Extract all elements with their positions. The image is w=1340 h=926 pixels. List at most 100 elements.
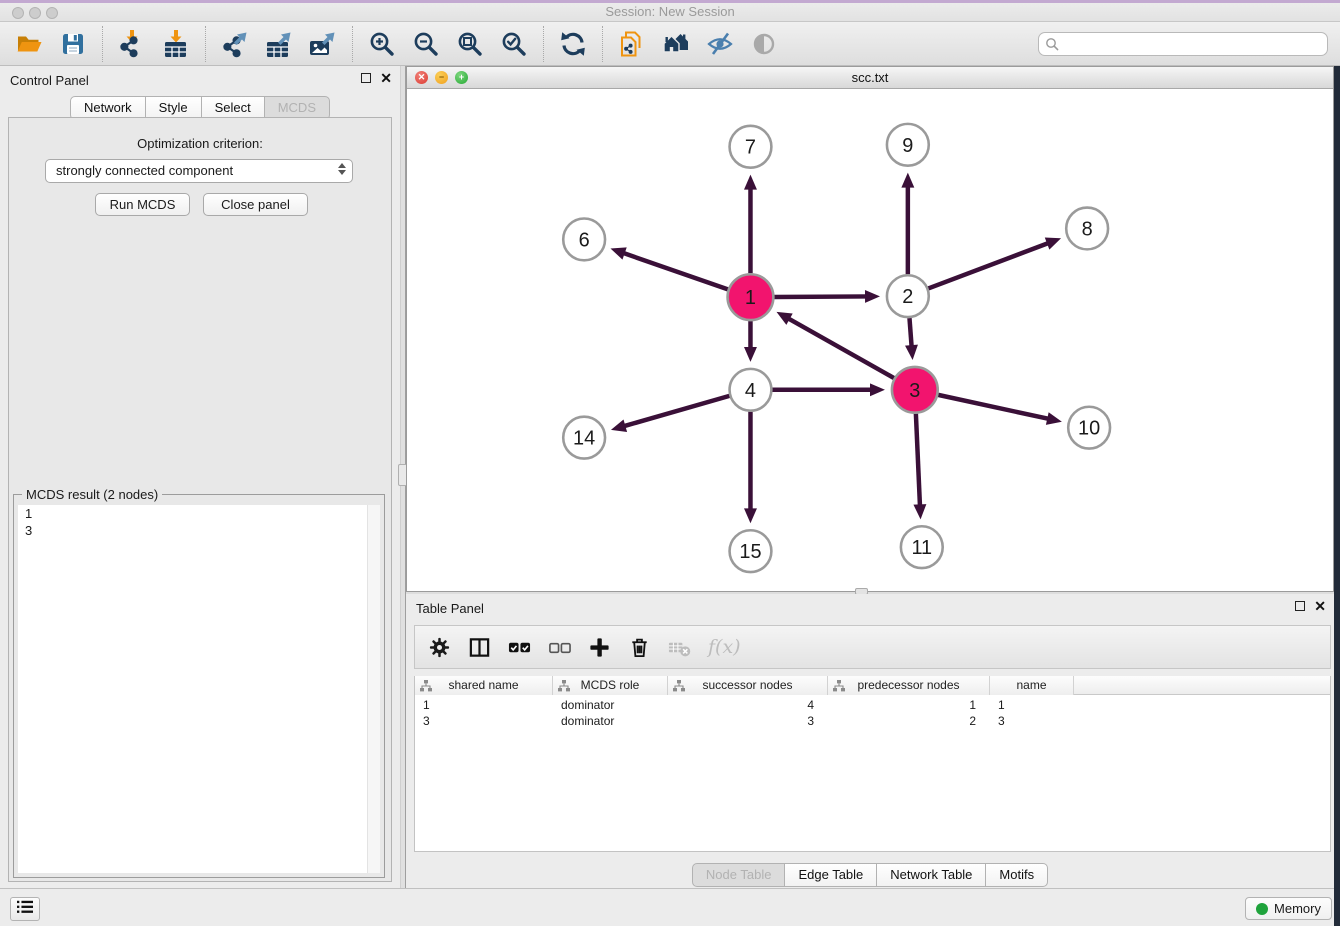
save-session-icon[interactable] bbox=[58, 29, 88, 59]
column-header-shared-name[interactable]: shared name bbox=[415, 676, 553, 695]
edge-arrowhead bbox=[744, 508, 757, 523]
app-titlebar: Session: New Session bbox=[0, 0, 1340, 22]
graph-edge-2-3[interactable] bbox=[909, 318, 911, 347]
function-builder-icon: f(x) bbox=[708, 636, 741, 658]
table-cell: 3 bbox=[668, 713, 828, 729]
graph-edge-1-6[interactable] bbox=[623, 253, 728, 290]
graph-edge-2-8[interactable] bbox=[928, 243, 1049, 289]
graph-node-label: 10 bbox=[1078, 418, 1100, 440]
graph-node-label: 11 bbox=[911, 537, 932, 559]
column-header-name[interactable]: name bbox=[990, 676, 1074, 695]
graph-node-label: 9 bbox=[902, 135, 913, 157]
mcds-panel-body: Optimization criterion: strongly connect… bbox=[8, 117, 392, 882]
tab-network-table[interactable]: Network Table bbox=[876, 863, 986, 887]
column-header-predecessor-nodes[interactable]: predecessor nodes bbox=[828, 676, 990, 695]
column-type-icon bbox=[673, 679, 685, 697]
zoom-fit-icon[interactable] bbox=[455, 29, 485, 59]
export-table-icon[interactable] bbox=[264, 29, 294, 59]
main-area: Control Panel ✕ NetworkStyleSelectMCDS O… bbox=[0, 66, 1340, 888]
tab-node-table[interactable]: Node Table bbox=[692, 863, 786, 887]
column-header-MCDS-role[interactable]: MCDS role bbox=[553, 676, 668, 695]
table-panel: Table Panel ✕ f(x) shared nameMCDS roles… bbox=[406, 594, 1334, 888]
zoom-in-icon[interactable] bbox=[367, 29, 397, 59]
right-column: ✕ − + scc.txt 7968124314101511 Table Pan… bbox=[406, 66, 1334, 888]
select-stepper-icon bbox=[338, 163, 346, 175]
memory-button[interactable]: Memory bbox=[1245, 897, 1332, 920]
toolbar-group bbox=[102, 26, 205, 62]
network-canvas[interactable]: 7968124314101511 bbox=[407, 89, 1333, 591]
control-panel-float-icon[interactable] bbox=[361, 73, 371, 83]
tab-edge-table[interactable]: Edge Table bbox=[784, 863, 877, 887]
graph-node-label: 7 bbox=[745, 137, 756, 159]
column-type-icon bbox=[420, 679, 432, 697]
optimization-criterion-label: Optimization criterion: bbox=[9, 136, 391, 151]
graph-node-label: 8 bbox=[1082, 218, 1093, 240]
graph-node-label: 1 bbox=[745, 287, 756, 309]
table-cell: dominator bbox=[553, 713, 668, 729]
graph-edge-3-10[interactable] bbox=[938, 395, 1049, 419]
mcds-result-title: MCDS result (2 nodes) bbox=[22, 487, 162, 502]
mcds-result-item[interactable]: 1 bbox=[18, 505, 380, 522]
table-row[interactable]: 3dominator323 bbox=[415, 713, 1330, 729]
close-panel-button[interactable]: Close panel bbox=[203, 193, 308, 216]
mcds-result-list[interactable]: 13 bbox=[18, 505, 380, 873]
table-panel-title: Table Panel bbox=[416, 601, 484, 616]
apply-layout-icon[interactable] bbox=[558, 29, 588, 59]
zoom-out-icon[interactable] bbox=[411, 29, 441, 59]
run-mcds-button[interactable]: Run MCDS bbox=[95, 193, 190, 216]
select-all-icon[interactable] bbox=[508, 636, 531, 659]
graph-node-label: 15 bbox=[739, 541, 761, 563]
optimization-criterion-select[interactable]: strongly connected component bbox=[45, 159, 353, 183]
toolbar-group bbox=[205, 26, 352, 62]
table-toolbar: f(x) bbox=[414, 625, 1331, 669]
graph-edge-4-14[interactable] bbox=[623, 396, 729, 426]
network-title: scc.txt bbox=[407, 70, 1333, 85]
deselect-all-icon[interactable] bbox=[548, 636, 571, 659]
show-panels-button[interactable] bbox=[10, 897, 40, 921]
import-table-icon[interactable] bbox=[161, 29, 191, 59]
status-bar: Memory bbox=[0, 888, 1340, 926]
share-session-icon[interactable] bbox=[617, 29, 647, 59]
network-window-titlebar: ✕ − + scc.txt bbox=[407, 67, 1333, 89]
graph-edge-1-2[interactable] bbox=[774, 296, 867, 297]
table-cell: 1 bbox=[415, 697, 553, 713]
graph-node-label: 6 bbox=[579, 229, 590, 251]
edge-arrowhead bbox=[913, 504, 926, 519]
search-input[interactable] bbox=[1038, 32, 1328, 56]
column-header-successor-nodes[interactable]: successor nodes bbox=[668, 676, 828, 695]
home-icon[interactable] bbox=[661, 29, 691, 59]
mcds-result-item[interactable]: 3 bbox=[18, 522, 380, 539]
graph-edge-3-11[interactable] bbox=[916, 414, 920, 507]
table-row[interactable]: 1dominator411 bbox=[415, 697, 1330, 713]
add-entry-icon[interactable] bbox=[588, 636, 611, 659]
edge-arrowhead bbox=[610, 247, 626, 259]
delete-entry-icon[interactable] bbox=[628, 636, 651, 659]
result-scrollbar[interactable] bbox=[367, 505, 380, 873]
column-type-icon bbox=[833, 679, 845, 697]
edge-arrowhead bbox=[744, 175, 757, 190]
table-cell: 3 bbox=[990, 713, 1074, 729]
optimization-criterion-value: strongly connected component bbox=[56, 163, 233, 178]
edge-arrowhead bbox=[1046, 412, 1062, 425]
export-network-icon[interactable] bbox=[220, 29, 250, 59]
toggle-graphics-details-icon[interactable] bbox=[705, 29, 735, 59]
split-panel-icon[interactable] bbox=[468, 636, 491, 659]
control-panel-title: Control Panel bbox=[10, 73, 89, 88]
memory-status-icon bbox=[1256, 903, 1268, 915]
edge-arrowhead bbox=[744, 347, 757, 362]
network-view-window: ✕ − + scc.txt 7968124314101511 bbox=[406, 66, 1334, 592]
control-panel-close-icon[interactable]: ✕ bbox=[380, 73, 392, 83]
table-cell: 4 bbox=[668, 697, 828, 713]
import-network-icon[interactable] bbox=[117, 29, 147, 59]
table-cell: 1 bbox=[828, 697, 990, 713]
open-session-icon[interactable] bbox=[14, 29, 44, 59]
export-image-icon[interactable] bbox=[308, 29, 338, 59]
search-box bbox=[1038, 32, 1328, 56]
table-panel-close-icon[interactable]: ✕ bbox=[1314, 601, 1326, 611]
settings-icon[interactable] bbox=[428, 636, 451, 659]
tab-motifs[interactable]: Motifs bbox=[985, 863, 1048, 887]
table-panel-float-icon[interactable] bbox=[1295, 601, 1305, 611]
toolbar-group bbox=[0, 26, 102, 62]
zoom-selected-icon[interactable] bbox=[499, 29, 529, 59]
graph-edge-3-1[interactable] bbox=[788, 318, 894, 378]
